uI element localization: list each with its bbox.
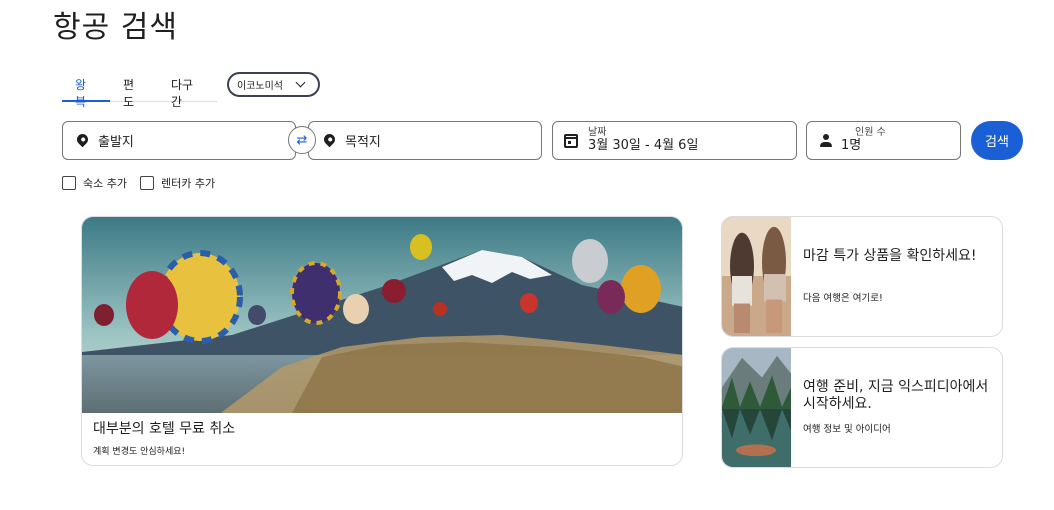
date-field[interactable]: 날짜 3월 30일 - 4월 6일: [552, 121, 797, 160]
location-pin-icon: [74, 131, 91, 147]
planning-card-subtitle: 여행 정보 및 아이디어: [803, 424, 891, 435]
cabin-class-value: 이코노미석: [237, 81, 283, 92]
add-car-label: 렌터카 추가: [161, 177, 216, 190]
hot-air-balloons-mountain-image: [82, 217, 682, 413]
tab-multi-city[interactable]: 다구간: [158, 70, 217, 109]
friends-photo-thumbnail: [722, 217, 791, 336]
tab-round-trip[interactable]: 왕복: [62, 70, 110, 109]
add-stay-checkbox[interactable]: 숙소 추가: [62, 175, 127, 191]
hero-subtitle: 계획 변경도 안심하세요!: [93, 447, 186, 457]
planning-card-title: 여행 준비, 지금 익스피디아에서 시작하세요.: [803, 379, 989, 412]
date-value: 3월 30일 - 4월 6일: [588, 138, 699, 153]
calendar-icon: [564, 133, 578, 148]
trip-type-tabs: 왕복 편도 다구간: [62, 70, 217, 109]
hero-promo-card[interactable]: 대부분의 호텔 무료 취소 계획 변경도 안심하세요!: [81, 216, 683, 466]
destination-field[interactable]: 목적지: [308, 121, 542, 160]
destination-placeholder: 목적지: [345, 135, 381, 150]
mountain-lake-thumbnail: [722, 348, 791, 467]
page-title: 항공 검색: [53, 10, 178, 45]
add-car-checkbox[interactable]: 렌터카 추가: [140, 175, 215, 191]
checkbox-icon: [62, 176, 76, 190]
date-label: 날짜: [588, 127, 607, 138]
swap-icon: ⇄: [296, 132, 308, 148]
checkbox-icon: [140, 176, 154, 190]
promo-card-deals[interactable]: 마감 특가 상품을 확인하세요! 다음 여행은 여기로!: [721, 216, 1003, 337]
cabin-class-dropdown[interactable]: 이코노미석: [227, 72, 320, 97]
add-stay-label: 숙소 추가: [83, 177, 127, 190]
travelers-label: 인원 수: [855, 127, 886, 138]
tab-one-way[interactable]: 편도: [110, 70, 158, 109]
travelers-value: 1명: [841, 138, 862, 153]
promo-card-planning[interactable]: 여행 준비, 지금 익스피디아에서 시작하세요. 여행 정보 및 아이디어: [721, 347, 1003, 468]
deals-card-subtitle: 다음 여행은 여기로!: [803, 293, 883, 304]
travelers-field[interactable]: 인원 수 1명: [806, 121, 961, 160]
hero-title: 대부분의 호텔 무료 취소: [93, 421, 236, 437]
origin-field[interactable]: 출발지: [62, 121, 296, 160]
deals-card-title: 마감 특가 상품을 확인하세요!: [803, 248, 977, 264]
search-button[interactable]: 검색: [971, 121, 1023, 160]
chevron-down-icon: [295, 77, 306, 88]
location-pin-icon: [321, 131, 338, 147]
person-icon: [819, 133, 833, 148]
origin-placeholder: 출발지: [98, 135, 134, 150]
swap-button[interactable]: ⇄: [288, 126, 316, 154]
